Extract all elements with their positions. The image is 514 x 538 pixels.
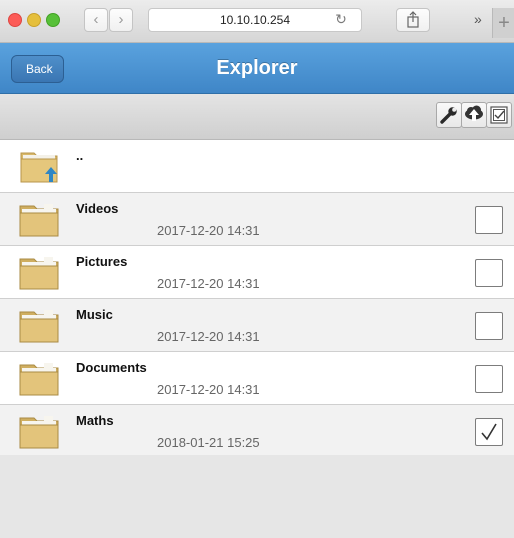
list-item[interactable]: Pictures 2017-12-20 14:31 (0, 246, 514, 299)
address-text: 10.10.10.254 (219, 13, 291, 27)
share-icon (407, 11, 419, 28)
item-name: Documents (76, 360, 147, 375)
checkmark-icon (481, 423, 497, 441)
share-button[interactable] (396, 8, 430, 32)
more-toolbar-button[interactable]: » (474, 8, 482, 30)
parent-directory-label: .. (76, 148, 84, 163)
browser-forward-button[interactable]: › (109, 8, 133, 32)
item-date: 2017-12-20 14:31 (157, 223, 260, 238)
item-name: Videos (76, 201, 119, 216)
folder-icon (19, 363, 59, 396)
file-list: .. Videos 2017-12-20 14:31 Pictures 2017… (0, 140, 514, 458)
upload-button[interactable] (461, 102, 487, 128)
folder-icon (19, 310, 59, 343)
item-date: 2017-12-20 14:31 (157, 329, 260, 344)
select-all-icon (490, 106, 508, 124)
cloud-upload-icon (465, 105, 483, 121)
item-date: 2017-12-20 14:31 (157, 276, 260, 291)
item-name: Music (76, 307, 113, 322)
double-chevron-right-icon: » (474, 11, 482, 27)
item-checkbox[interactable] (475, 418, 503, 446)
item-name: Maths (76, 413, 114, 428)
page-title: Explorer (216, 57, 298, 79)
parent-directory-row[interactable]: .. (0, 140, 514, 193)
reload-icon: ↻ (335, 11, 347, 27)
item-name: Pictures (76, 254, 128, 269)
empty-list-area (0, 455, 514, 538)
item-checkbox[interactable] (475, 259, 503, 287)
item-date: 2017-12-20 14:31 (157, 382, 260, 397)
settings-button[interactable] (436, 102, 462, 128)
list-item[interactable]: Maths 2018-01-21 15:25 (0, 405, 514, 458)
folder-icon (19, 416, 59, 449)
chevron-right-icon: › (118, 11, 124, 28)
browser-back-button[interactable]: ‹ (84, 8, 108, 32)
item-date: 2018-01-21 15:25 (157, 435, 260, 450)
chevron-left-icon: ‹ (93, 11, 99, 28)
reload-button[interactable]: ↻ (329, 8, 353, 30)
list-item[interactable]: Videos 2017-12-20 14:31 (0, 193, 514, 246)
minimize-window-button[interactable] (27, 13, 41, 27)
action-toolbar (0, 94, 514, 140)
app-header: Explorer Back (0, 43, 514, 94)
select-all-button[interactable] (486, 102, 512, 128)
list-item[interactable]: Music 2017-12-20 14:31 (0, 299, 514, 352)
browser-toolbar: ‹ › 10.10.10.254 ↻ » + (0, 0, 514, 43)
back-button[interactable]: Back (11, 55, 64, 83)
folder-up-icon (20, 152, 58, 183)
item-checkbox[interactable] (475, 312, 503, 340)
close-window-button[interactable] (8, 13, 22, 27)
item-checkbox[interactable] (475, 206, 503, 234)
zoom-window-button[interactable] (46, 13, 60, 27)
new-tab-button[interactable]: + (492, 8, 514, 38)
wrench-icon (440, 107, 457, 124)
folder-icon (19, 257, 59, 290)
item-checkbox[interactable] (475, 365, 503, 393)
list-item[interactable]: Documents 2017-12-20 14:31 (0, 352, 514, 405)
folder-icon (19, 204, 59, 237)
plus-icon: + (498, 12, 510, 34)
